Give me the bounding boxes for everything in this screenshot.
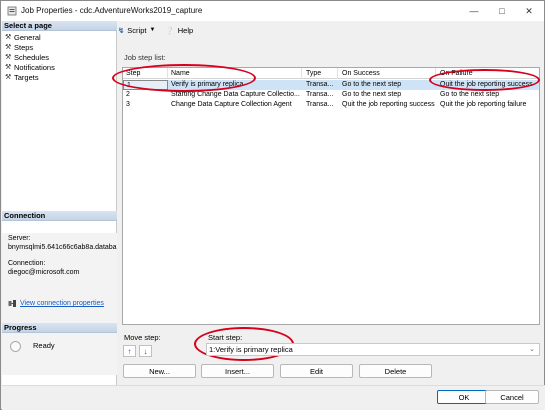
cell-step: 1 [123,80,168,90]
start-step-select[interactable]: 1:Verify is primary replica ⌄ [206,343,540,356]
start-step-label: Start step: [208,333,243,342]
page-item-steps[interactable]: ⚒ Steps [2,42,117,52]
server-label: Server: [8,235,31,242]
wrench-icon: ⚒ [5,53,12,61]
window-title: Job Properties - cdc.AdventureWorks2019_… [21,6,203,15]
cell-name: Change Data Capture Collection Agent [171,101,292,108]
insert-step-button[interactable]: Insert... [201,364,274,378]
column-header-step[interactable]: Step [123,68,168,79]
wrench-icon: ⚒ [5,43,12,51]
progress-info: Ready [2,333,117,375]
close-button[interactable]: ✕ [515,1,543,21]
wrench-icon: ⚒ [5,73,12,81]
view-connection-properties-link[interactable]: View connection properties [20,300,104,307]
arrow-down-icon: ↓ [143,346,148,356]
chevron-down-icon: ▼ [149,27,156,33]
column-header-on-failure[interactable]: On Failure [437,68,539,79]
progress-spinner-icon [10,341,21,352]
select-page-header: Select a page [2,21,117,31]
left-pane: Select a page ⚒ General ⚒ Steps ⚒ Schedu… [2,21,117,385]
column-header-on-success[interactable]: On Success [339,68,436,79]
view-connection-properties[interactable]: View connection properties [8,299,104,308]
new-step-button[interactable]: New... [123,364,196,378]
page-item-label: Steps [14,42,34,52]
help-button[interactable]: ❔ Help [165,26,193,35]
connection-properties-icon [8,300,16,307]
table-row[interactable]: 1 Verify is primary replica Transa... Go… [123,80,539,90]
cell-type: Transa... [306,101,334,108]
move-step-up-button[interactable]: ↑ [123,345,136,357]
page-item-label: Schedules [14,52,50,62]
page-item-label: Notifications [14,62,55,72]
cell-type: Transa... [306,81,334,88]
script-button[interactable]: ↯ Script ▼ [118,26,155,35]
job-icon [7,6,17,16]
help-icon: ❔ [165,25,175,35]
help-label: Help [177,25,194,35]
page-item-general[interactable]: ⚒ General [2,32,117,42]
grid-header: Step Name Type On Success On Failure [123,68,539,79]
page-list: ⚒ General ⚒ Steps ⚒ Schedules ⚒ Notifica… [2,32,117,82]
wrench-icon: ⚒ [5,33,12,41]
cell-name: Starting Change Data Capture Collectio..… [171,91,300,98]
minimize-button[interactable]: — [460,1,488,21]
move-step-label: Move step: [124,333,161,342]
title-bar: Job Properties - cdc.AdventureWorks2019_… [1,1,544,21]
page-item-label: Targets [14,72,39,82]
maximize-button[interactable]: □ [488,1,516,21]
cell-on-failure: Quit the job reporting failure [440,101,527,108]
chevron-down-icon: ⌄ [529,346,535,353]
script-label: Script [127,25,147,35]
cell-step: 3 [126,101,130,108]
column-header-type[interactable]: Type [303,68,338,79]
column-header-name[interactable]: Name [168,68,302,79]
page-item-label: General [14,32,41,42]
script-icon: ↯ [118,25,125,35]
move-step-down-button[interactable]: ↓ [139,345,152,357]
progress-status: Ready [33,341,55,350]
cell-on-success: Go to the next step [342,91,402,98]
table-row[interactable]: 2 Starting Change Data Capture Collectio… [123,90,539,100]
cell-step: 2 [126,91,130,98]
connection-header: Connection [2,211,117,221]
cell-on-success: Quit the job reporting success [342,101,435,108]
arrow-up-icon: ↑ [127,346,132,356]
cell-type: Transa... [306,91,334,98]
progress-header: Progress [2,323,117,333]
job-properties-window: Job Properties - cdc.AdventureWorks2019_… [0,0,545,410]
cell-on-failure: Quit the job reporting success [440,81,533,88]
connection-info: Server: bnymsqlmi5.641c66c6ab8a.databa C… [2,233,117,331]
job-step-grid[interactable]: Step Name Type On Success On Failure 1 V… [122,67,540,325]
delete-step-button[interactable]: Delete [359,364,432,378]
page-item-schedules[interactable]: ⚒ Schedules [2,52,117,62]
start-step-value: 1:Verify is primary replica [209,345,293,354]
page-item-notifications[interactable]: ⚒ Notifications [2,62,117,72]
cell-on-failure: Go to the next step [440,91,500,98]
wrench-icon: ⚒ [5,63,12,71]
cell-name: Verify is primary replica [171,81,244,88]
cancel-button[interactable]: Cancel [485,390,539,404]
page-item-targets[interactable]: ⚒ Targets [2,72,117,82]
toolbar: ↯ Script ▼ ❔ Help [118,23,203,37]
connection-label: Connection: [8,260,46,267]
cell-on-success: Go to the next step [342,81,402,88]
connection-value: diegoc@microsoft.com [8,269,80,276]
job-step-list-label: Job step list: [124,53,166,62]
edit-step-button[interactable]: Edit [280,364,353,378]
table-row[interactable]: 3 Change Data Capture Collection Agent T… [123,100,539,110]
server-value: bnymsqlmi5.641c66c6ab8a.databa [8,244,117,251]
ok-button[interactable]: OK [437,390,491,404]
